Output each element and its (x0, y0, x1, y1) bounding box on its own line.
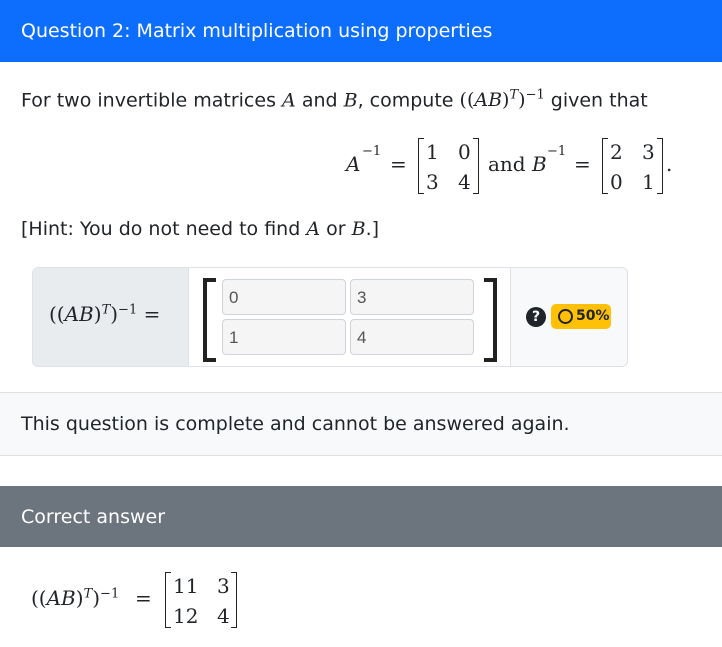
correct-answer-title: Correct answer (21, 506, 166, 528)
correct-label: ((AB)T)−1 (31, 586, 119, 610)
matrix-bracket-left (203, 278, 216, 362)
matrix-cell-input[interactable]: 4 (350, 319, 474, 355)
hint-var-a: A (306, 218, 321, 240)
eq-equals-b: = (574, 152, 591, 176)
equals: = (143, 302, 161, 326)
matrix-cell-input[interactable]: 3 (350, 279, 474, 315)
bracket-right (231, 572, 237, 628)
bracket-right (473, 138, 479, 194)
matrix-cell-input[interactable]: 1 (222, 319, 346, 355)
eq-sup-inv-a: −1 (362, 144, 382, 159)
correct-answer-expression: ((AB)T)−1 = 11 3 12 4 (31, 568, 331, 632)
completion-message: This question is complete and cannot be … (21, 413, 570, 435)
a-inv-matrix: 1 0 3 4 (418, 138, 480, 194)
answer-label: ((AB)T)−1 = (33, 268, 189, 366)
correct-cell: 12 (173, 604, 199, 628)
compute-word: , compute (357, 89, 454, 112)
matrix-cell-input[interactable]: 0 (222, 279, 346, 315)
eq-and: and (488, 152, 526, 176)
correct-equals: = (135, 586, 152, 610)
eq-var-a: A (346, 152, 361, 176)
score-badge: 50% (551, 304, 611, 329)
question-title: Question 2: Matrix multiplication using … (21, 20, 493, 42)
paren-open: (( (459, 89, 475, 112)
bracket-right (657, 138, 663, 194)
paren-open: (( (31, 586, 47, 610)
question-text: For two invertible matrices A and B, com… (21, 88, 648, 111)
sup-t: T (101, 302, 111, 318)
var-b: B (343, 89, 358, 112)
help-icon[interactable]: ? (526, 307, 546, 327)
eq-period: . (666, 152, 673, 176)
correct-cell: 3 (217, 574, 230, 598)
score-percent: 50% (576, 308, 610, 324)
correct-answer-header: Correct answer (0, 486, 722, 547)
correct-cell: 4 (217, 604, 230, 628)
sup-t: T (509, 88, 519, 103)
b-inv-cell: 2 (610, 140, 623, 164)
a-inv-cell: 3 (426, 170, 439, 194)
sup-inv: −1 (118, 302, 138, 318)
matrix-input: 0 3 1 4 (189, 268, 511, 366)
question-intro: For two invertible matrices (21, 89, 276, 112)
bracket-left (165, 572, 171, 628)
partial-score-icon (558, 309, 573, 324)
b-inv-cell: 3 (642, 140, 655, 164)
a-inv-cell: 1 (426, 140, 439, 164)
expression-ab-t-inv: ((AB)T)−1 (459, 88, 545, 112)
eq-equals-a: = (390, 152, 407, 176)
correct-cell: 11 (173, 574, 199, 598)
hint-or: or (326, 218, 346, 240)
given-that: given that (550, 89, 648, 112)
expr-ab: AB (46, 586, 76, 610)
hint-suffix: .] (365, 218, 380, 240)
a-inv-cell: 0 (458, 140, 471, 164)
b-inv-matrix: 2 3 0 1 (602, 138, 664, 194)
a-inv-cell: 4 (458, 170, 471, 194)
paren-close-outer: ) (518, 89, 526, 112)
b-inv-cell: 1 (642, 170, 655, 194)
sup-inv: −1 (525, 88, 545, 103)
paren-close-outer: ) (110, 302, 119, 326)
matrix-bracket-right (484, 278, 497, 362)
answer-input-group: ((AB)T)−1 = 0 3 1 4 ? 50% (32, 267, 628, 367)
expr-ab: AB (474, 89, 503, 112)
question-header: Question 2: Matrix multiplication using … (0, 0, 722, 62)
paren-close-outer: ) (92, 586, 101, 610)
sup-inv: −1 (100, 586, 120, 602)
eq-sup-inv-b: −1 (547, 144, 567, 159)
answer-label-expr: ((AB)T)−1 = (49, 302, 160, 326)
paren-close: ) (93, 302, 102, 326)
and-word: and (301, 89, 338, 112)
paren-open: (( (49, 302, 65, 326)
expr-ab: AB (64, 302, 94, 326)
hint-prefix: [Hint: You do not need to find (21, 218, 301, 240)
sup-t: T (83, 586, 93, 602)
completion-notice: This question is complete and cannot be … (0, 392, 722, 456)
bracket-left (602, 138, 608, 194)
var-a: A (282, 89, 296, 112)
b-inv-cell: 0 (610, 170, 623, 194)
correct-matrix: 11 3 12 4 (165, 572, 239, 628)
bracket-left (418, 138, 424, 194)
hint-var-b: B (351, 218, 366, 240)
eq-var-b: B (532, 152, 547, 176)
hint-text: [Hint: You do not need to find A or B.] (21, 218, 379, 240)
paren-close: ) (75, 586, 84, 610)
